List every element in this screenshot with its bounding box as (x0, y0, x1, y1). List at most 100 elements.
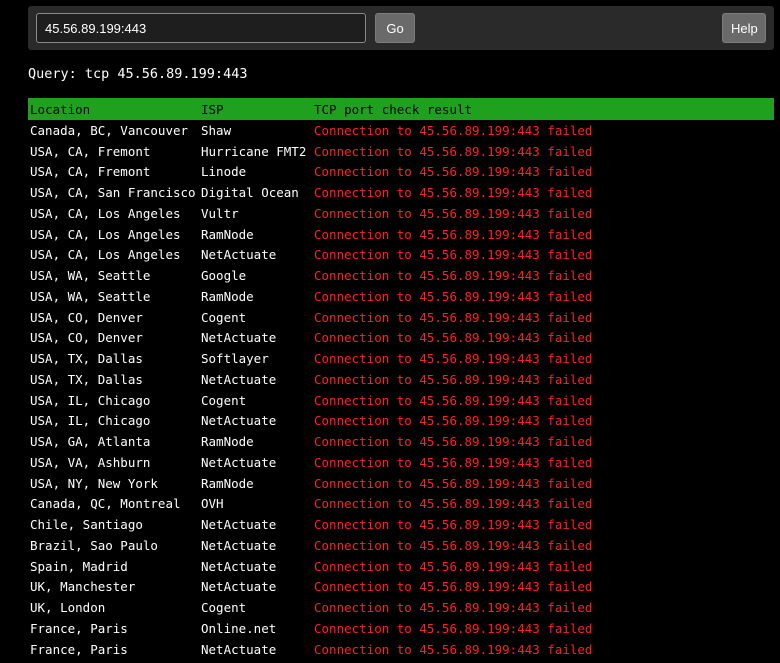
result-cell: Connection to 45.56.89.199:443 failed (314, 413, 593, 429)
table-row: USA, VA, Ashburn NetActuate Connection to … (28, 452, 774, 473)
result-cell: Connection to 45.56.89.199:443 failed (314, 330, 593, 346)
isp-cell: Online.net (201, 620, 277, 636)
result-cell: Connection to 45.56.89.199:443 failed (314, 517, 593, 533)
result-cell: Connection to 45.56.89.199:443 failed (314, 558, 593, 574)
results-table: Location ISP TCP port check result Canad… (28, 98, 774, 660)
isp-cell: NetActuate (201, 247, 277, 263)
result-cell: Connection to 45.56.89.199:443 failed (314, 475, 593, 491)
table-row: USA, CA, Los Angeles NetActuate Connection… (28, 245, 774, 266)
result-cell: Connection to 45.56.89.199:443 failed (314, 371, 593, 387)
result-cell: Connection to 45.56.89.199:443 failed (314, 247, 593, 263)
results-body: Canada, BC, Vancouver Shaw Connection to 4… (28, 120, 774, 660)
isp-cell: NetActuate (201, 413, 277, 429)
table-row: UK, London Cogent Connection to 45.56.89.1… (28, 597, 774, 618)
result-cell: Connection to 45.56.89.199:443 failed (314, 288, 593, 304)
result-cell: Connection to 45.56.89.199:443 failed (314, 496, 593, 512)
table-row: Chile, Santiago NetActuate Connection to 4… (28, 514, 774, 535)
location-cell: France, Paris (30, 620, 128, 636)
result-cell: Connection to 45.56.89.199:443 failed (314, 392, 593, 408)
location-cell: Brazil, Sao Paulo (30, 537, 158, 553)
table-header-row: Location ISP TCP port check result (28, 98, 774, 120)
table-row: USA, TX, Dallas Softlayer Connection to 45… (28, 348, 774, 369)
result-cell: Connection to 45.56.89.199:443 failed (314, 579, 593, 595)
location-cell: Spain, Madrid (30, 558, 128, 574)
location-cell: USA, CO, Denver (30, 330, 143, 346)
location-cell: USA, CA, Fremont (30, 143, 151, 159)
result-cell: Connection to 45.56.89.199:443 failed (314, 454, 593, 470)
isp-cell: Cogent (201, 600, 247, 616)
location-cell: USA, CA, San Francisco (30, 185, 196, 201)
header-isp: ISP (199, 98, 312, 120)
result-cell: Connection to 45.56.89.199:443 failed (314, 164, 593, 180)
isp-cell: NetActuate (201, 330, 277, 346)
isp-cell: Vultr (201, 205, 239, 221)
location-cell: UK, London (30, 600, 106, 616)
go-button[interactable]: Go (375, 13, 415, 43)
result-cell: Connection to 45.56.89.199:443 failed (314, 205, 593, 221)
location-cell: USA, IL, Chicago (30, 413, 151, 429)
isp-cell: Linode (201, 164, 247, 180)
isp-cell: Digital Ocean (201, 185, 299, 201)
table-row: USA, CA, Los Angeles RamNode Connection to… (28, 224, 774, 245)
location-cell: USA, CO, Denver (30, 309, 143, 325)
result-cell: Connection to 45.56.89.199:443 failed (314, 537, 593, 553)
table-row: USA, CA, San Francisco Digital Ocean Conne… (28, 182, 774, 203)
isp-cell: Google (201, 268, 247, 284)
isp-cell: RamNode (201, 226, 254, 242)
isp-cell: Softlayer (201, 351, 269, 367)
isp-cell: RamNode (201, 288, 254, 304)
result-cell: Connection to 45.56.89.199:443 failed (314, 185, 593, 201)
header-location: Location (28, 98, 199, 120)
table-row: USA, WA, Seattle RamNode Connection to 45.… (28, 286, 774, 307)
isp-cell: RamNode (201, 475, 254, 491)
location-cell: UK, Manchester (30, 579, 136, 595)
table-row: USA, CA, Fremont Hurricane FMT2 Connection… (28, 141, 774, 162)
result-cell: Connection to 45.56.89.199:443 failed (314, 434, 593, 450)
table-row: USA, IL, Chicago Cogent Connection to 45.5… (28, 390, 774, 411)
table-row: USA, CA, Los Angeles Vultr Connection to 4… (28, 203, 774, 224)
isp-cell: NetActuate (201, 517, 277, 533)
location-cell: Canada, BC, Vancouver (30, 122, 189, 138)
location-cell: USA, CA, Los Angeles (30, 226, 181, 242)
isp-cell: Cogent (201, 309, 247, 325)
table-row: Canada, QC, Montreal OVH Connection to 45.… (28, 494, 774, 515)
table-row: USA, CA, Fremont Linode Connection to 45.5… (28, 162, 774, 183)
location-cell: USA, VA, Ashburn (30, 454, 151, 470)
location-cell: USA, TX, Dallas (30, 371, 143, 387)
isp-cell: NetActuate (201, 558, 277, 574)
help-button[interactable]: Help (722, 13, 766, 43)
isp-cell: NetActuate (201, 371, 277, 387)
result-cell: Connection to 45.56.89.199:443 failed (314, 620, 593, 636)
result-cell: Connection to 45.56.89.199:443 failed (314, 226, 593, 242)
result-cell: Connection to 45.56.89.199:443 failed (314, 641, 593, 657)
table-row: Canada, BC, Vancouver Shaw Connection to 4… (28, 120, 774, 141)
isp-cell: NetActuate (201, 454, 277, 470)
location-cell: USA, CA, Los Angeles (30, 205, 181, 221)
table-row: France, Paris Online.net Connection to 45.… (28, 618, 774, 639)
table-row: USA, CO, Denver Cogent Connection to 45.56… (28, 307, 774, 328)
result-cell: Connection to 45.56.89.199:443 failed (314, 351, 593, 367)
isp-cell: NetActuate (201, 641, 277, 657)
isp-cell: OVH (201, 496, 224, 512)
location-cell: USA, NY, New York (30, 475, 158, 491)
table-row: USA, GA, Atlanta RamNode Connection to 45.… (28, 431, 774, 452)
table-row: USA, CO, Denver NetActuate Connection to 4… (28, 328, 774, 349)
isp-cell: Cogent (201, 392, 247, 408)
query-summary: Query: tcp 45.56.89.199:443 (28, 66, 248, 82)
table-row: USA, NY, New York RamNode Connection to 45… (28, 473, 774, 494)
location-cell: USA, CA, Los Angeles (30, 247, 181, 263)
location-cell: USA, WA, Seattle (30, 268, 151, 284)
result-cell: Connection to 45.56.89.199:443 failed (314, 122, 593, 138)
result-cell: Connection to 45.56.89.199:443 failed (314, 268, 593, 284)
isp-cell: Hurricane FMT2 (201, 143, 307, 159)
table-row: France, Paris NetActuate Connection to 45.… (28, 639, 774, 660)
result-cell: Connection to 45.56.89.199:443 failed (314, 600, 593, 616)
isp-cell: RamNode (201, 434, 254, 450)
location-cell: USA, IL, Chicago (30, 392, 151, 408)
table-row: Spain, Madrid NetActuate Connection to 45.… (28, 556, 774, 577)
location-cell: Chile, Santiago (30, 517, 143, 533)
table-row: USA, WA, Seattle Google Connection to 45.5… (28, 265, 774, 286)
host-port-input[interactable] (36, 13, 366, 43)
location-cell: Canada, QC, Montreal (30, 496, 181, 512)
location-cell: France, Paris (30, 641, 128, 657)
